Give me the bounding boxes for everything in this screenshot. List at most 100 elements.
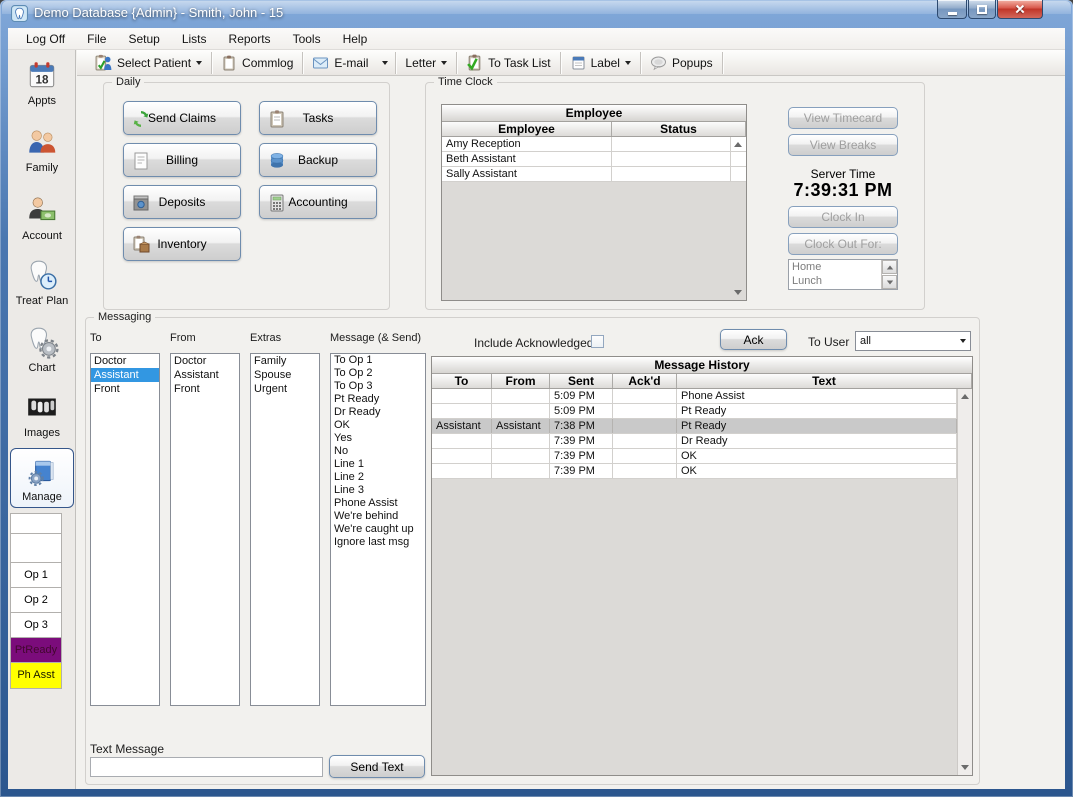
clock-in-button[interactable]: Clock In [788, 206, 898, 228]
email-dropdown-button[interactable] [376, 51, 394, 75]
menu-tools[interactable]: Tools [282, 28, 332, 50]
employee-row[interactable]: Beth Assistant [442, 152, 746, 167]
cell-text: Pt Ready [677, 419, 957, 433]
list-item[interactable]: Phone Assist [331, 497, 425, 510]
list-item[interactable]: To Op 2 [331, 367, 425, 380]
message-history-header: To From Sent Ack'd Text [432, 374, 972, 389]
list-item[interactable]: Line 1 [331, 458, 425, 471]
sidebar-item-chart[interactable]: Chart [10, 325, 74, 374]
close-button[interactable] [997, 0, 1043, 19]
scroll-down-icon[interactable] [958, 760, 972, 775]
clock-out-for-button[interactable]: Clock Out For: [788, 233, 898, 255]
list-item[interactable]: Urgent [251, 382, 319, 396]
menu-setup[interactable]: Setup [117, 28, 170, 50]
text-message-input[interactable] [90, 757, 323, 777]
send-claims-button[interactable]: Send Claims [123, 101, 241, 135]
history-row[interactable]: 7:39 PM OK [432, 449, 972, 464]
list-item[interactable]: OK [331, 419, 425, 432]
commlog-button[interactable]: Commlog [213, 51, 301, 75]
op-button-ph-asst[interactable]: Ph Asst [10, 663, 62, 689]
history-row[interactable]: 5:09 PM Pt Ready [432, 404, 972, 419]
op-cell-empty[interactable] [10, 534, 62, 563]
employee-grid-scrollbar[interactable] [731, 137, 746, 300]
scroll-up-icon[interactable] [882, 260, 897, 274]
include-acknowledged-checkbox[interactable] [591, 335, 604, 348]
scroll-up-icon[interactable] [958, 389, 972, 404]
list-item[interactable]: Yes [331, 432, 425, 445]
op-cell-empty[interactable] [10, 513, 62, 534]
label-button[interactable]: Label [562, 51, 639, 75]
to-task-list-button[interactable]: To Task List [458, 51, 558, 75]
accounting-button[interactable]: Accounting [259, 185, 377, 219]
select-patient-button[interactable]: Select Patient [87, 51, 210, 75]
list-item[interactable]: To Op 3 [331, 380, 425, 393]
sidebar-item-treat-plan[interactable]: Treat' Plan [10, 258, 74, 307]
sidebar-item-manage[interactable]: Manage [10, 448, 74, 508]
list-item[interactable]: To Op 1 [331, 354, 425, 367]
sidebar-item-family[interactable]: Family [10, 125, 74, 174]
cell-sent: 5:09 PM [550, 389, 613, 403]
list-item[interactable]: Front [91, 382, 159, 396]
menu-file[interactable]: File [76, 28, 117, 50]
menu-reports[interactable]: Reports [218, 28, 282, 50]
sidebar-item-images[interactable]: Images [10, 390, 74, 439]
list-item-selected[interactable]: Assistant [91, 368, 159, 382]
history-row[interactable]: 7:39 PM OK [432, 464, 972, 479]
backup-button[interactable]: Backup [259, 143, 377, 177]
scroll-up-icon[interactable] [731, 137, 745, 152]
maximize-button[interactable] [968, 0, 996, 19]
send-text-button[interactable]: Send Text [329, 755, 425, 778]
view-timecard-button[interactable]: View Timecard [788, 107, 898, 129]
minimize-button[interactable] [937, 0, 967, 19]
clock-out-list-scrollbar[interactable] [881, 260, 897, 289]
list-item[interactable]: Doctor [171, 354, 239, 368]
op-button-2[interactable]: Op 2 [10, 588, 62, 613]
list-item[interactable]: Family [251, 354, 319, 368]
op-button-3[interactable]: Op 3 [10, 613, 62, 638]
deposits-button[interactable]: Deposits [123, 185, 241, 219]
tasks-button[interactable]: Tasks [259, 101, 377, 135]
list-item[interactable]: Line 3 [331, 484, 425, 497]
employee-grid-header: Employee Status [442, 122, 746, 137]
to-user-combobox[interactable]: all [855, 331, 971, 351]
popups-button[interactable]: Popups [642, 51, 721, 75]
list-item[interactable]: We're behind [331, 510, 425, 523]
list-item[interactable]: Doctor [91, 354, 159, 368]
sidebar-item-label: Account [10, 230, 74, 242]
list-item[interactable]: Line 2 [331, 471, 425, 484]
clock-out-options-list[interactable]: Home Lunch [788, 259, 898, 290]
employee-grid-title: Employee [442, 105, 746, 122]
list-item[interactable]: Dr Ready [331, 406, 425, 419]
history-row[interactable]: 7:39 PM Dr Ready [432, 434, 972, 449]
tasks-icon [267, 109, 287, 129]
history-row[interactable]: 5:09 PM Phone Assist [432, 389, 972, 404]
op-button-ptready[interactable]: PtReady [10, 638, 62, 663]
list-item[interactable]: Ignore last msg [331, 536, 425, 549]
list-item[interactable]: Assistant [171, 368, 239, 382]
list-item[interactable]: Pt Ready [331, 393, 425, 406]
ack-button[interactable]: Ack [720, 329, 787, 350]
sidebar-item-account[interactable]: Account [10, 193, 74, 242]
view-breaks-button[interactable]: View Breaks [788, 134, 898, 156]
message-history-scrollbar[interactable] [957, 389, 972, 775]
op-button-1[interactable]: Op 1 [10, 563, 62, 588]
menu-lists[interactable]: Lists [171, 28, 218, 50]
list-item[interactable]: No [331, 445, 425, 458]
title-bar[interactable]: Demo Database {Admin} - Smith, John - 15 [0, 0, 1073, 28]
list-item[interactable]: Front [171, 382, 239, 396]
inventory-button[interactable]: Inventory [123, 227, 241, 261]
list-item[interactable]: Spouse [251, 368, 319, 382]
email-button[interactable]: E-mail [304, 51, 376, 75]
scroll-down-icon[interactable] [731, 285, 745, 300]
list-item[interactable]: We're caught up [331, 523, 425, 536]
extras-listbox: Family Spouse Urgent [250, 353, 320, 706]
sidebar-item-appts[interactable]: 18 Appts [10, 58, 74, 107]
history-row-highlighted[interactable]: Assistant Assistant 7:38 PM Pt Ready [432, 419, 972, 434]
billing-button[interactable]: Billing [123, 143, 241, 177]
employee-row[interactable]: Amy Reception [442, 137, 746, 152]
scroll-down-icon[interactable] [882, 275, 897, 289]
letter-button[interactable]: Letter [397, 51, 455, 75]
employee-row[interactable]: Sally Assistant [442, 167, 746, 182]
menu-help[interactable]: Help [332, 28, 379, 50]
menu-log-off[interactable]: Log Off [15, 28, 76, 50]
